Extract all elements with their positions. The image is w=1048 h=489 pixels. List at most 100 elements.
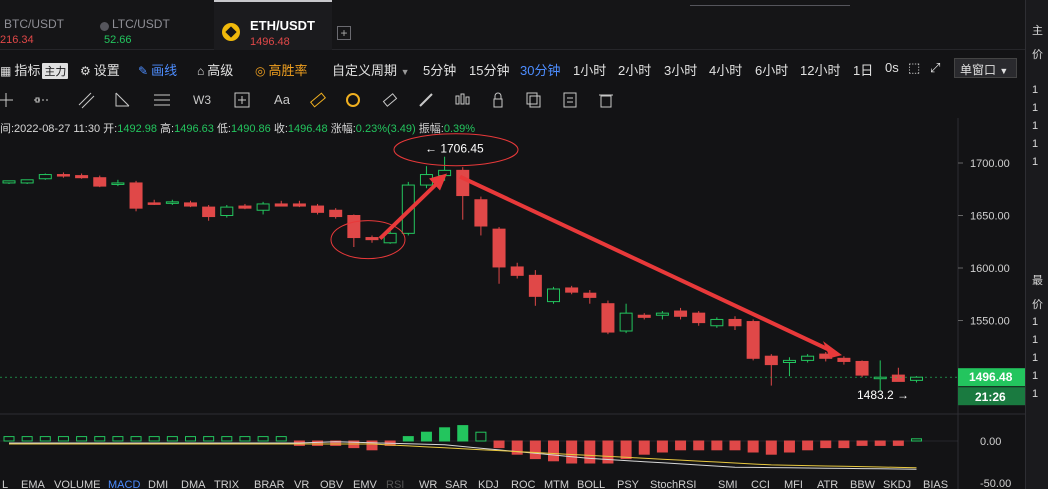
draw-label: 画线	[151, 63, 178, 78]
indicator-tab-wr[interactable]: WR	[419, 479, 437, 489]
period-3h[interactable]: 3小时	[664, 60, 697, 79]
period-4h[interactable]: 4小时	[709, 60, 742, 79]
indicator-tab-smi[interactable]: SMI	[718, 479, 738, 489]
macd-bar	[529, 440, 541, 460]
macd-bar	[838, 440, 850, 449]
side-panel-text: 1	[1032, 316, 1039, 328]
dotted-line-tool[interactable]	[30, 88, 54, 112]
side-panel-text: 1	[1032, 102, 1039, 114]
macd-bar	[656, 440, 668, 453]
tab-btc[interactable]: BTC/USDT 216.34	[0, 0, 90, 50]
screenshot-icon[interactable]: ⬚	[908, 60, 920, 76]
macd-bar	[239, 436, 251, 442]
indicator-tab-mfi[interactable]: MFI	[784, 479, 803, 489]
wave-tool[interactable]: W3	[190, 88, 214, 112]
indicator-tab-l[interactable]: L	[2, 479, 8, 489]
text-tool[interactable]: Aa	[270, 88, 294, 112]
macd-bar	[402, 436, 414, 442]
candle-body	[311, 205, 325, 213]
macd-bar	[638, 440, 650, 455]
cursor-tool[interactable]	[0, 88, 18, 112]
draw-button[interactable]: ✎ 画线	[138, 60, 177, 79]
win-rate-button[interactable]: ◎ 高胜率	[255, 60, 308, 79]
candle-body	[910, 376, 923, 381]
copy-tool[interactable]	[522, 88, 546, 112]
indicator-tab-roc[interactable]: ROC	[511, 479, 536, 489]
price-chart[interactable]: 1700.00 1650.00 1600.00 1550.00 1496.48 21:26…	[0, 118, 1025, 489]
period-12h[interactable]: 12小时	[800, 60, 840, 79]
tab-eth[interactable]: ETH/USDT 1496.48	[214, 0, 332, 50]
candle-body	[855, 360, 869, 376]
indicator-tab-ema[interactable]: EMA	[21, 479, 46, 489]
indicator-tab-obv[interactable]: OBV	[320, 479, 344, 489]
period-6h[interactable]: 6小时	[755, 60, 788, 79]
side-panel-text: 最	[1032, 275, 1043, 287]
window-mode-dropdown[interactable]: 单窗口 ▼	[954, 58, 1017, 78]
indicator-tab-psy[interactable]: PSY	[617, 479, 640, 489]
macd-bar	[148, 436, 160, 442]
candle-body	[746, 321, 760, 359]
tab-ltc[interactable]: LTC/USDT 52.66	[100, 0, 200, 50]
macd-bar	[57, 436, 69, 442]
add-tab-button[interactable]: +	[337, 26, 351, 40]
indicator-tab-volume[interactable]: VOLUME	[54, 479, 100, 489]
candles-tool[interactable]	[450, 88, 474, 112]
custom-period-label: 自定义周期	[332, 63, 398, 78]
y-tick-label: 1650.00	[970, 211, 1010, 223]
period-30m[interactable]: 30分钟	[520, 60, 560, 79]
candle-body	[147, 202, 161, 205]
candle-body	[274, 203, 288, 207]
eraser-tool[interactable]	[378, 88, 402, 112]
indicator-tab-boll[interactable]: BOLL	[577, 479, 605, 489]
parallel-lines-tool[interactable]	[74, 88, 98, 112]
indicator-tab-dma[interactable]: DMA	[181, 479, 206, 489]
magnet-tool[interactable]	[341, 88, 365, 112]
indicators-button[interactable]: ▦ 指标 主力	[0, 60, 69, 79]
macd-bar	[584, 440, 596, 464]
advanced-button[interactable]: ⌂ 高级	[197, 60, 233, 79]
macd-bar	[257, 436, 269, 442]
period-15m[interactable]: 15分钟	[469, 60, 509, 79]
settings-button[interactable]: ⚙ 设置	[80, 60, 120, 79]
note-tool[interactable]	[558, 88, 582, 112]
ruler-tool[interactable]	[306, 88, 330, 112]
indicator-tab-rsi[interactable]: RSI	[386, 479, 404, 489]
indicator-tab-dmi[interactable]: DMI	[148, 479, 168, 489]
angle-tool[interactable]	[110, 88, 134, 112]
period-1d[interactable]: 1日	[853, 60, 873, 79]
ltc-coin-icon	[100, 22, 109, 31]
custom-period-dropdown[interactable]: 自定义周期 ▼	[332, 60, 410, 79]
win-rate-label: 高胜率	[268, 63, 308, 78]
indicator-tab-skdj[interactable]: SKDJ	[883, 479, 911, 489]
indicator-tab-mtm[interactable]: MTM	[544, 479, 569, 489]
indicator-tab-trix[interactable]: TRIX	[214, 479, 240, 489]
indicator-tab-kdj[interactable]: KDJ	[478, 479, 499, 489]
indicator-tab-atr[interactable]: ATR	[817, 479, 838, 489]
macd-bar	[439, 427, 451, 442]
candle-body	[547, 288, 560, 303]
macd-bar	[457, 425, 469, 442]
candle-body	[165, 201, 179, 204]
period-0s[interactable]: 0s	[885, 60, 899, 75]
crosshair-tool[interactable]	[230, 88, 254, 112]
indicator-tab-macd[interactable]: MACD	[108, 479, 140, 489]
pen-tool[interactable]	[414, 88, 438, 112]
indicator-tab-bias[interactable]: BIAS	[923, 479, 948, 489]
period-2h[interactable]: 2小时	[618, 60, 651, 79]
indicator-tab-bbw[interactable]: BBW	[850, 479, 876, 489]
indicator-tab-sar[interactable]: SAR	[445, 479, 468, 489]
indicator-tab-cci[interactable]: CCI	[751, 479, 770, 489]
lock-tool[interactable]	[486, 88, 510, 112]
indicator-tab-vr[interactable]: VR	[294, 479, 309, 489]
period-1h[interactable]: 1小时	[573, 60, 606, 79]
fullscreen-icon[interactable]: ⤢	[930, 60, 940, 76]
period-5m[interactable]: 5分钟	[423, 60, 456, 79]
fib-lines-tool[interactable]	[150, 88, 174, 112]
window-mode-label: 单窗口	[960, 63, 997, 77]
trash-tool[interactable]	[594, 88, 618, 112]
indicator-tab-emv[interactable]: EMV	[353, 479, 378, 489]
indicator-tab-stochrsi[interactable]: StochRSI	[650, 479, 696, 489]
chart-canvas[interactable]: 1700.00 1650.00 1600.00 1550.00 1496.48 21:26…	[0, 118, 1025, 489]
indicator-tab-brar[interactable]: BRAR	[254, 479, 285, 489]
macd-bar	[76, 436, 88, 442]
